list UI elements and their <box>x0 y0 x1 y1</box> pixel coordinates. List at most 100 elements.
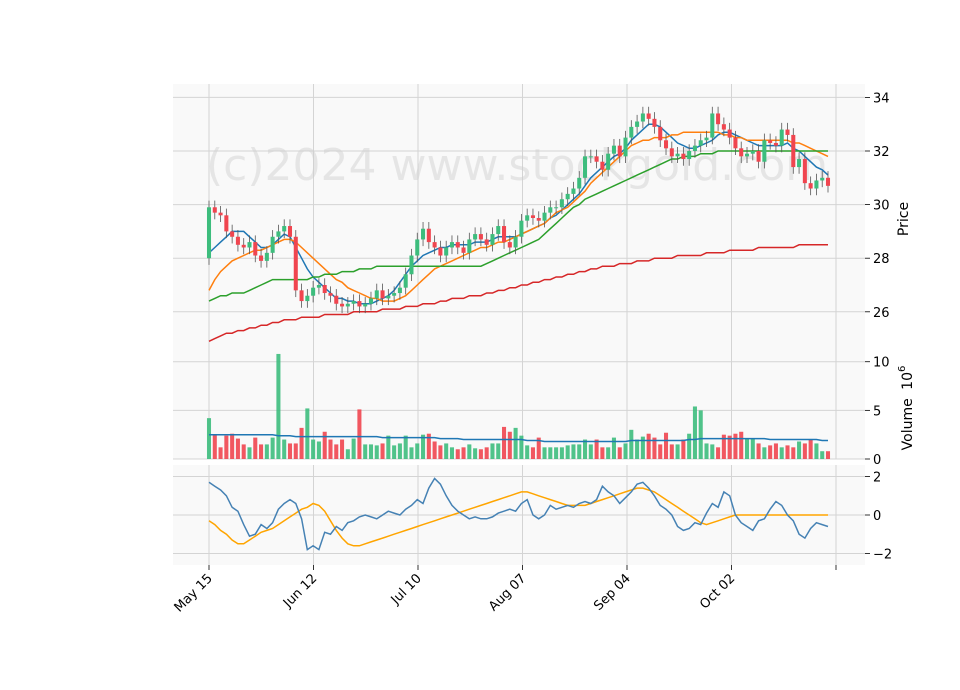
candle-body <box>426 228 431 243</box>
candle-body <box>316 285 321 288</box>
volume-bar <box>461 447 466 459</box>
volume-bar <box>785 445 790 459</box>
volume-bar <box>629 429 634 459</box>
candle-body <box>409 255 414 275</box>
volume-bar <box>681 439 686 459</box>
volume-bar <box>496 443 501 459</box>
candle-body <box>548 207 553 213</box>
candle-body <box>473 234 478 240</box>
volume-bar <box>259 444 264 459</box>
oscillator-tick-label: −2 <box>873 547 892 562</box>
volume-bar <box>397 443 402 459</box>
candle-body <box>305 295 310 302</box>
candle-body <box>600 161 605 170</box>
candle-body <box>467 239 472 253</box>
volume-bar <box>820 451 825 459</box>
candle-body <box>571 188 576 194</box>
candle-body <box>583 156 588 178</box>
candle-body <box>415 239 420 256</box>
volume-bar <box>357 409 362 459</box>
candle-body <box>554 207 559 209</box>
candle-body <box>542 212 547 221</box>
volume-bar <box>594 439 599 459</box>
candle-body <box>392 293 397 296</box>
candle-body <box>345 303 350 307</box>
candle-body <box>397 287 402 294</box>
candle-body <box>403 274 408 288</box>
volume-bar <box>490 443 495 459</box>
candle-body <box>698 140 703 146</box>
candle-body <box>797 159 802 168</box>
volume-bar <box>334 444 339 459</box>
volume-bar <box>276 353 281 459</box>
candle-body <box>478 234 483 240</box>
candle-body <box>687 151 692 160</box>
candle-body <box>224 215 229 232</box>
volume-bar <box>484 447 489 459</box>
volume-bar <box>363 444 368 459</box>
volume-bar <box>473 448 478 459</box>
candle-body <box>496 226 501 235</box>
candle-body <box>652 118 657 127</box>
candle-body <box>750 151 755 154</box>
volume-bar <box>264 444 269 459</box>
volume-tick-label: 5 <box>873 404 881 419</box>
candle-body <box>704 137 709 141</box>
candle-body <box>791 134 796 168</box>
volume-bar <box>559 447 564 459</box>
volume-bar <box>814 443 819 459</box>
candle-body <box>820 177 825 181</box>
candle-body <box>635 121 640 127</box>
volume-bar <box>588 444 593 459</box>
candle-body <box>368 298 374 304</box>
volume-bar <box>733 433 738 459</box>
candle-body <box>768 140 773 143</box>
candle-body <box>340 303 345 307</box>
candle-body <box>311 287 316 296</box>
candle-body <box>432 242 437 248</box>
volume-bar <box>299 427 304 459</box>
price-tick-label: 28 <box>873 252 890 267</box>
volume-bar <box>698 410 703 459</box>
volume-tick-label: 10 <box>873 356 890 371</box>
volume-bar <box>467 444 472 459</box>
candle-body <box>663 140 669 149</box>
candle-body <box>727 129 732 138</box>
x-tick-label: Jul 10 <box>388 571 425 608</box>
candle-body <box>253 242 258 256</box>
volume-bar <box>235 438 240 459</box>
volume-bar <box>507 431 512 459</box>
candle-body <box>646 113 651 119</box>
candle-body <box>565 193 570 200</box>
volume-bar <box>455 449 460 459</box>
volume-bar <box>825 451 831 459</box>
volume-axis-label: Volume <box>900 398 916 450</box>
candle-body <box>606 153 611 170</box>
volume-bar <box>779 447 784 459</box>
volume-bar <box>623 443 628 459</box>
volume-bar <box>305 408 310 459</box>
candle-body <box>577 177 582 189</box>
price-tick-label: 34 <box>873 91 890 106</box>
volume-bar <box>206 418 212 459</box>
volume-bar <box>762 447 767 459</box>
volume-bar <box>658 444 663 459</box>
volume-bar <box>704 443 709 459</box>
volume-bar <box>802 443 807 459</box>
oscillator-tick-label: 2 <box>873 471 881 486</box>
volume-bar <box>224 435 229 459</box>
candle-body <box>230 231 235 237</box>
volume-bar <box>230 433 235 459</box>
volume-bar <box>669 444 674 459</box>
volume-axis-unit: 10 <box>900 372 916 390</box>
volume-bar <box>449 447 454 459</box>
volume-bar <box>311 439 316 459</box>
volume-bar <box>635 439 640 459</box>
candle-body <box>276 231 281 237</box>
volume-bar <box>710 444 715 459</box>
volume-bar <box>773 443 778 459</box>
candle-body <box>519 220 524 237</box>
candle-body <box>351 301 356 304</box>
volume-bar <box>525 445 530 459</box>
candle-body <box>773 142 778 146</box>
